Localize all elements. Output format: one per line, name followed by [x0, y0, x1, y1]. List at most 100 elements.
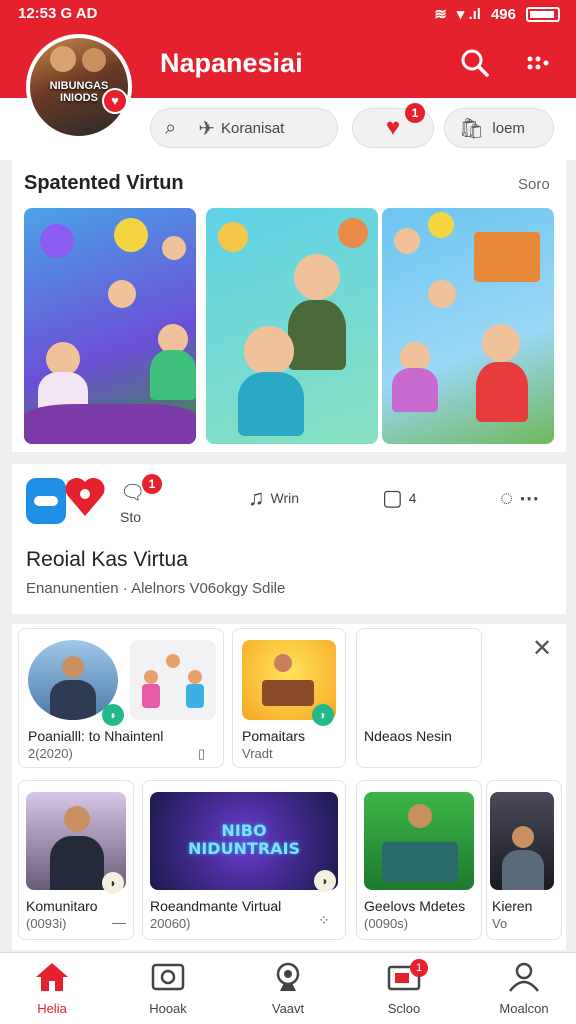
- nav-radio[interactable]: Hooak: [118, 961, 218, 1016]
- child-figure: [162, 236, 186, 260]
- search-icon[interactable]: [458, 48, 492, 82]
- child-body: [392, 368, 438, 412]
- battery-icon: [526, 6, 560, 22]
- nav-label: Scloo: [387, 1001, 421, 1016]
- post-subtitle: Enanunentien · Alelnors V06okgy Sdile: [26, 580, 286, 597]
- signal-indicator: ▾ .ıl: [456, 6, 481, 23]
- video-thumbnail: NIBO NIDUNTRAIS: [150, 792, 338, 890]
- emoji-bubble-icon: [114, 218, 148, 252]
- more-options-icon[interactable]: [520, 48, 554, 82]
- child-body: [238, 372, 304, 436]
- heart-icon: ♥: [385, 114, 401, 141]
- child-figure: [482, 324, 520, 362]
- status-time: 12:53 G AD: [18, 5, 98, 22]
- search-pill-label: Koranisat: [220, 119, 285, 137]
- user-icon: [474, 961, 574, 995]
- nav-webcam[interactable]: Vaavt: [238, 961, 338, 1016]
- video-thumbnail: [364, 792, 474, 890]
- child-figure: [46, 342, 80, 376]
- nav-label: Hooak: [149, 1001, 187, 1016]
- featured-card-2[interactable]: [206, 208, 378, 444]
- child-body: [288, 300, 346, 370]
- video-thumbnail: [130, 640, 216, 720]
- bottom-navigation: Helia Hooak Vaavt 1 Scloo Moalcon: [0, 952, 576, 1024]
- tile-subtitle: 20060): [150, 916, 191, 931]
- nav-tv[interactable]: 1 Scloo: [354, 959, 454, 1016]
- nav-label: Vaavt: [271, 1001, 305, 1016]
- play-bubble-icon: [40, 224, 74, 258]
- emoji-bubble-icon: [218, 222, 248, 252]
- featured-card-3[interactable]: [382, 208, 554, 444]
- more-options-icon[interactable]: —: [112, 914, 126, 930]
- featured-card-1[interactable]: [24, 208, 196, 444]
- status-right: ≋ ▾ .ıl 496: [434, 5, 560, 23]
- nav-home[interactable]: Helia: [2, 961, 102, 1016]
- video-tile-3[interactable]: [356, 628, 482, 768]
- status-bar: 12:53 G AD ≋ ▾ .ıl 496: [0, 0, 576, 28]
- bookmark-icon[interactable]: ▯: [198, 746, 205, 762]
- radio-icon: [118, 961, 218, 995]
- search-icon: ⌕: [165, 116, 177, 139]
- music-note-icon: ♫: [248, 485, 265, 510]
- nav-profile[interactable]: Moalcon: [474, 961, 574, 1016]
- post-title: Reoial Kas Virtua: [26, 548, 188, 571]
- home-icon: [2, 961, 102, 995]
- tile-title: Pomaitars: [242, 728, 306, 744]
- grid-icon[interactable]: ⁘: [318, 912, 330, 929]
- house-shape: [474, 232, 540, 282]
- tile-subtitle: Vradt: [242, 746, 273, 761]
- profile-avatar[interactable]: NIBUNGAS INIODS ♥: [26, 34, 132, 140]
- heart-badge-icon: [62, 472, 108, 522]
- thumbnail-caption: NIBO NIDUNTRAIS: [187, 821, 301, 858]
- play-badge-icon: ◗: [312, 704, 334, 726]
- nav-label: Moalcon: [499, 1001, 549, 1016]
- comment-count: Sto: [120, 509, 142, 525]
- bag-icon: 🛍: [459, 117, 485, 140]
- favorites-pill[interactable]: ♥ 1: [352, 103, 434, 148]
- tile-title: Geelovs Mdetes: [364, 898, 466, 914]
- tile-subtitle: Vo: [492, 916, 508, 931]
- save-label: 4: [408, 490, 417, 506]
- search-pill[interactable]: ⌕ ✈ Koranisat: [150, 108, 338, 148]
- child-figure: [244, 326, 294, 376]
- share-button[interactable]: ♫ Wrin: [248, 480, 299, 516]
- shop-pill-label: loem: [492, 119, 525, 137]
- play-badge-icon: ◗: [102, 704, 124, 726]
- child-figure: [394, 228, 420, 254]
- child-body: [150, 350, 196, 400]
- post-more-button[interactable]: ◌ ⋯: [500, 480, 539, 516]
- tile-subtitle: (0090s): [364, 916, 409, 931]
- child-body: [476, 362, 528, 422]
- play-badge-icon: ◗: [102, 872, 124, 894]
- tile-title: Komunitaro: [26, 898, 98, 914]
- nav-badge: 1: [410, 959, 428, 977]
- tile-title: Poanialll: to Nhaintenl: [28, 728, 164, 744]
- tile-subtitle: (0093i): [26, 916, 67, 931]
- tile-title: Ndeaos Nesin: [364, 728, 452, 744]
- avatar-image: NIBUNGAS INIODS: [30, 38, 128, 136]
- chat-icon: ◌: [500, 485, 514, 510]
- share-label: Wrin: [270, 490, 300, 506]
- music-bubble-icon: [338, 218, 368, 248]
- plane-icon: ✈: [198, 117, 215, 140]
- tile-title: Roeandmante Virtual: [150, 898, 282, 914]
- heart-badge-icon: ♥: [102, 88, 128, 114]
- bookmark-icon: ▢: [382, 485, 403, 510]
- emoji-bubble-icon: [428, 212, 454, 238]
- shop-pill[interactable]: 🛍 loem: [444, 108, 554, 148]
- battery-level: 496: [490, 5, 516, 23]
- wifi-icon: ≋: [434, 6, 447, 23]
- app-logo-icon: [26, 478, 66, 524]
- close-icon[interactable]: ✕: [532, 634, 552, 663]
- nav-label: Helia: [37, 1001, 67, 1016]
- child-figure: [108, 280, 136, 308]
- comment-badge: 1: [142, 474, 162, 494]
- save-button[interactable]: ▢ 4: [382, 480, 417, 516]
- tile-title: Kieren: [492, 898, 533, 914]
- featured-more-link[interactable]: Soro: [518, 176, 550, 193]
- featured-title: Spatented Virtun: [24, 172, 184, 194]
- ground-shape: [24, 404, 196, 444]
- child-figure: [428, 280, 456, 308]
- tile-subtitle: 2(2020): [28, 746, 73, 761]
- play-badge-icon: ◗: [314, 870, 336, 892]
